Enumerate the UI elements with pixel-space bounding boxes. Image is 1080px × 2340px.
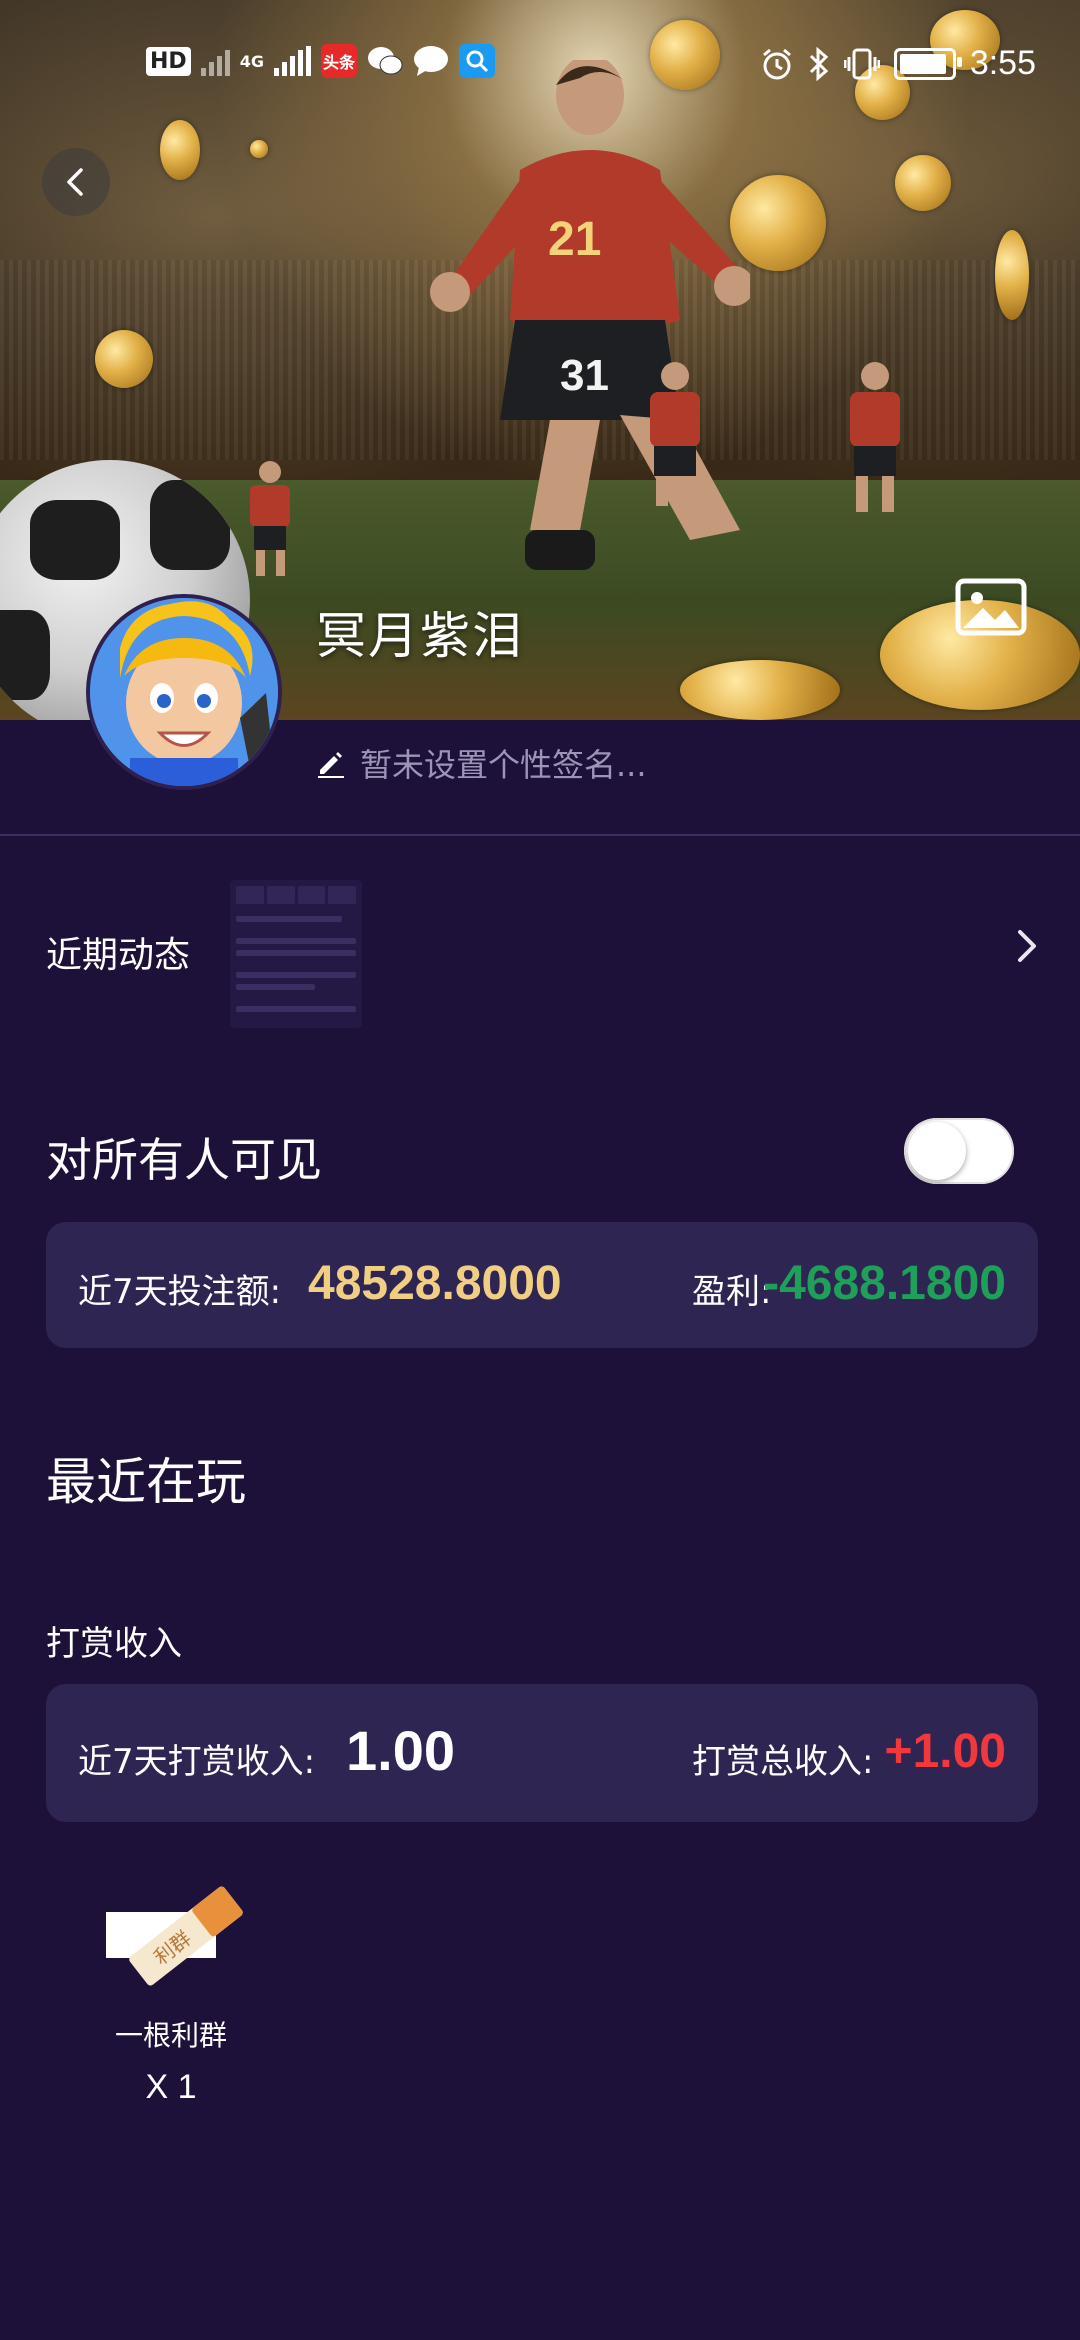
toutiao-app-icon: 头条 [320, 44, 357, 78]
status-bar-right: 3:55 [760, 44, 1036, 83]
gift-count: X 1 [145, 2068, 197, 2106]
avatar-cartoon-image [90, 598, 278, 786]
status-time: 3:55 [969, 44, 1036, 82]
signature-text: 暂未设置个性签名... [360, 746, 647, 784]
recent-activity-row[interactable]: 近期动态 [0, 866, 1080, 1028]
4g-signal-icon [273, 46, 311, 76]
stake-card: 近7天投注额: 48528.8000 盈利: -4688.1800 [46, 1222, 1038, 1348]
battery-icon [893, 47, 962, 80]
tips-total-value: +1.00 [884, 1725, 1006, 1778]
coin-decoration [680, 660, 840, 720]
hd-2-icon: HD [146, 46, 191, 76]
tips-week-label: 近7天打赏收入: [78, 1742, 316, 1782]
divider [0, 834, 1080, 836]
username: 冥月紫泪 [316, 607, 524, 665]
no-signal-icon [200, 46, 230, 76]
background-player-illustration [650, 362, 700, 506]
visibility-label: 对所有人可见 [46, 1133, 322, 1187]
tips-card: 近7天打赏收入: 1.00 打赏总收入: +1.00 [46, 1684, 1038, 1822]
search-app-icon [458, 44, 495, 78]
tips-total-label: 打赏总收入: [692, 1742, 874, 1782]
svg-text:31: 31 [560, 351, 609, 400]
message-icon [413, 46, 448, 76]
coin-decoration [995, 230, 1029, 320]
gift-item[interactable]: 利群 一根利群 X 1 [96, 1866, 246, 2107]
chevron-right-icon [1018, 930, 1036, 962]
alarm-icon [762, 48, 791, 79]
image-icon [955, 578, 1027, 636]
vibrate-icon [843, 48, 880, 79]
recently-playing-title: 最近在玩 [46, 1453, 246, 1511]
toggle-knob [908, 1122, 966, 1180]
4g-label: 4G [239, 51, 264, 71]
background-player-illustration [850, 362, 900, 512]
back-button[interactable] [42, 148, 110, 216]
recent-activity-label: 近期动态 [46, 935, 191, 976]
gift-name: 一根利群 [114, 2019, 227, 2052]
coin-decoration [95, 330, 153, 388]
change-cover-button[interactable] [955, 578, 1027, 636]
stake-value: 48528.8000 [308, 1257, 562, 1310]
coin-decoration [895, 155, 951, 211]
stake-label: 近7天投注额: [78, 1272, 282, 1312]
chevron-left-icon [67, 168, 83, 196]
avatar[interactable] [86, 594, 282, 790]
signature-row[interactable]: 暂未设置个性签名... [316, 740, 647, 786]
pencil-icon [318, 752, 344, 778]
coin-decoration [250, 140, 268, 158]
tips-week-value: 1.00 [346, 1719, 455, 1782]
svg-text:21: 21 [548, 213, 601, 266]
bluetooth-icon [809, 46, 829, 81]
status-bar: HD 4G 头条 3:55 [0, 0, 1080, 130]
tips-title: 打赏收入 [46, 1624, 182, 1664]
wechat-icon [367, 47, 403, 75]
visibility-toggle[interactable] [904, 1118, 1014, 1184]
status-bar-left: HD 4G 头条 [146, 44, 495, 78]
profit-value: -4688.1800 [763, 1257, 1006, 1310]
cigarette-gift-image: 利群 [106, 1886, 243, 1986]
profit-label: 盈利: [692, 1272, 772, 1312]
recent-activity-thumbnail [230, 880, 362, 1028]
